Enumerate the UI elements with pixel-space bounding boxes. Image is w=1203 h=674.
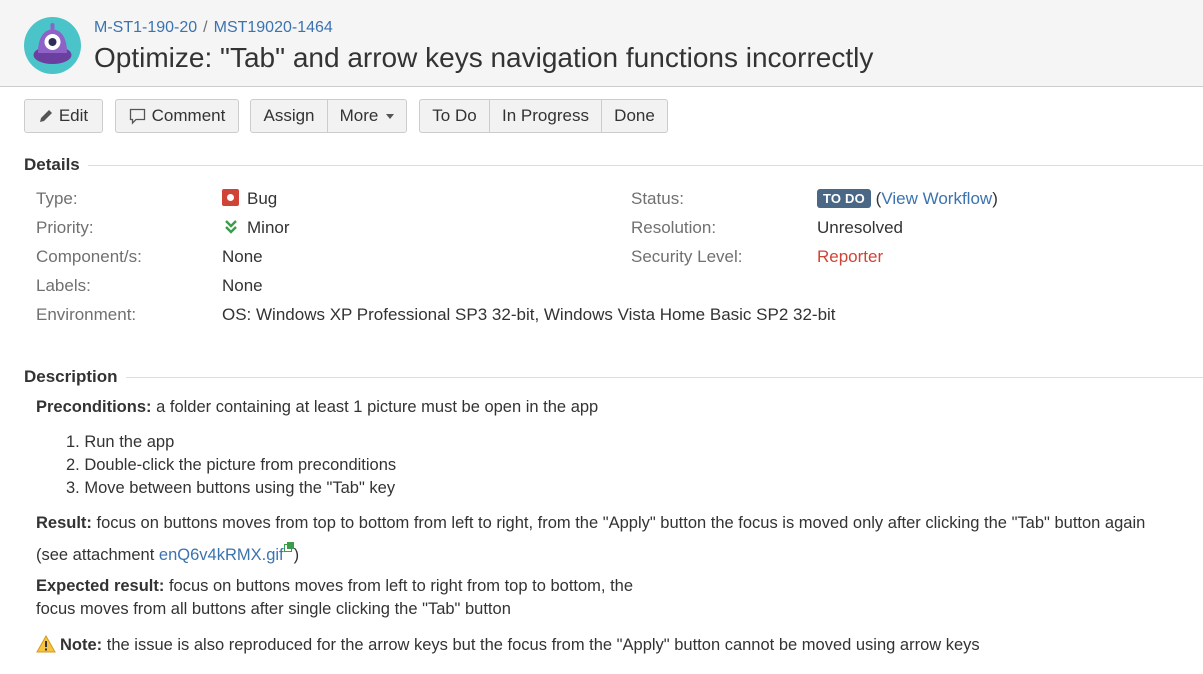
project-avatar-icon[interactable]: [24, 17, 81, 74]
todo-button[interactable]: To Do: [419, 99, 490, 133]
in-progress-button-label: In Progress: [502, 106, 589, 125]
view-workflow-close-paren: ): [992, 189, 998, 208]
issue-header: M-ST1-190-20 / MST19020-1464 Optimize: "Ta…: [0, 0, 1203, 87]
environment-value[interactable]: OS: Windows XP Professional SP3 32-bit, …: [222, 305, 836, 325]
note-label: Note:: [60, 636, 103, 654]
todo-button-label: To Do: [432, 106, 477, 125]
in-progress-button[interactable]: In Progress: [489, 99, 602, 133]
chevron-down-icon: [386, 113, 395, 119]
expected-result-text: focus on buttons moves from left to righ…: [164, 577, 634, 595]
step-list-item: 3. Move between buttons using the "Tab" …: [66, 479, 396, 497]
step-list-item: 2. Double-click the picture from precond…: [66, 456, 397, 474]
done-button[interactable]: Done: [601, 99, 668, 133]
security-level-value[interactable]: Reporter: [817, 247, 883, 267]
expected-result-paragraph: Expected result: focus on buttons moves …: [36, 577, 633, 596]
labels-label: Labels:: [36, 276, 91, 295]
attachment-prefix: (see attachment: [36, 546, 159, 564]
description-heading-text: Description: [24, 367, 118, 386]
description-divider: [125, 376, 1203, 378]
expected-result-label: Expected result:: [36, 577, 165, 595]
pencil-icon: [39, 110, 52, 122]
speech-bubble-icon: [129, 108, 145, 125]
description-heading[interactable]: Description: [24, 367, 1203, 387]
issue-summary[interactable]: Optimize: "Tab" and arrow keys navigatio…: [94, 42, 873, 74]
status-label: Status:: [631, 189, 684, 208]
view-workflow-link[interactable]: View Workflow: [881, 189, 992, 208]
attachment-suffix: ): [293, 546, 300, 564]
more-button-label: More: [339, 106, 379, 125]
resolution-label: Resolution:: [631, 218, 717, 237]
expected-result-continued: focus moves from all buttons after singl…: [36, 600, 511, 618]
attachment-link[interactable]: enQ6v4kRMX.gif: [159, 546, 284, 564]
priority-value-text: Minor: [247, 218, 290, 237]
note-paragraph: Note: the issue is also reproduced for t…: [36, 635, 980, 655]
result-text: focus on buttons moves from top to botto…: [91, 514, 1146, 532]
type-value: Bug: [222, 189, 277, 209]
edit-button-label: Edit: [58, 106, 89, 125]
external-link-icon: [283, 542, 294, 552]
assign-button-label: Assign: [263, 106, 315, 125]
status-value: TO DO (View Workflow): [817, 189, 998, 209]
security-level-label: Security Level:: [631, 247, 743, 266]
preconditions-text: a folder containing at least 1 picture m…: [151, 398, 599, 416]
result-paragraph: Result: focus on buttons moves from top …: [36, 514, 1145, 533]
more-button[interactable]: More: [327, 99, 407, 133]
step-list-item: 1. Run the app: [66, 433, 175, 451]
bug-icon: [222, 189, 239, 206]
comment-button[interactable]: Comment: [115, 99, 239, 133]
labels-value[interactable]: None: [222, 276, 263, 296]
components-value[interactable]: None: [222, 247, 263, 267]
edit-button[interactable]: Edit: [24, 99, 103, 133]
result-attachment-line: (see attachment enQ6v4kRMX.gif): [36, 542, 299, 565]
components-label: Component/s:: [36, 247, 142, 266]
type-label: Type:: [36, 189, 78, 208]
preconditions-paragraph: Preconditions: a folder containing at le…: [36, 398, 598, 417]
priority-value: Minor: [224, 218, 290, 238]
details-heading[interactable]: Details: [24, 155, 1203, 175]
breadcrumb-issue-link[interactable]: MST19020-1464: [214, 19, 333, 36]
resolution-value: Unresolved: [817, 218, 903, 237]
environment-label: Environment:: [36, 305, 137, 324]
type-value-text: Bug: [247, 189, 278, 208]
assign-button[interactable]: Assign: [250, 99, 328, 133]
breadcrumb: M-ST1-190-20 / MST19020-1464: [94, 19, 333, 37]
done-button-label: Done: [614, 106, 655, 125]
details-divider: [87, 164, 1203, 166]
preconditions-label: Preconditions:: [36, 398, 152, 416]
breadcrumb-separator: /: [203, 19, 208, 36]
double-chevron-down-icon: [225, 220, 237, 234]
note-text: the issue is also reproduced for the arr…: [102, 636, 980, 654]
comment-button-label: Comment: [151, 106, 226, 125]
status-badge: TO DO: [817, 189, 871, 208]
details-heading-text: Details: [24, 155, 80, 174]
breadcrumb-project-link[interactable]: M-ST1-190-20: [94, 19, 197, 36]
result-label: Result:: [36, 514, 92, 532]
warning-icon: [36, 635, 56, 653]
priority-label: Priority:: [36, 218, 94, 237]
